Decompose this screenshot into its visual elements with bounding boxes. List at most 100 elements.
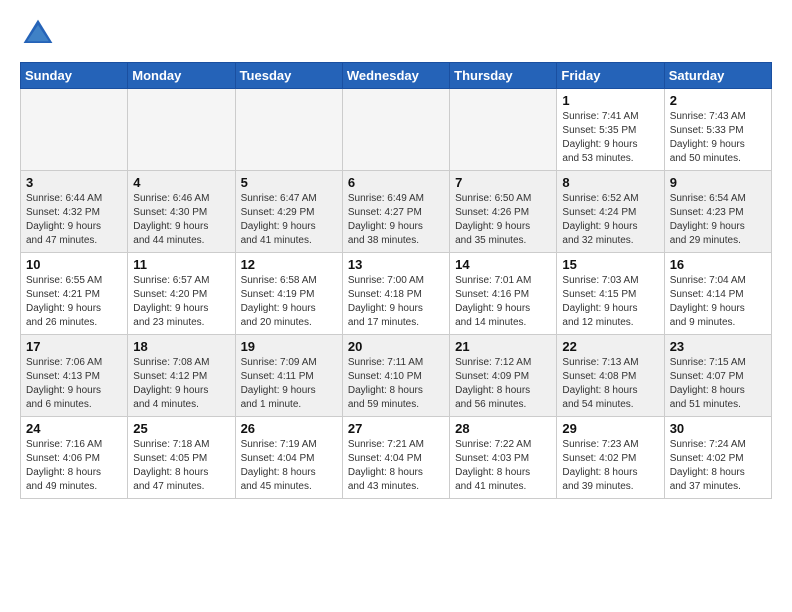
day-info: Sunrise: 6:49 AM Sunset: 4:27 PM Dayligh… (348, 192, 444, 248)
calendar-day-cell: 4Sunrise: 6:46 AM Sunset: 4:30 PM Daylig… (128, 171, 235, 253)
day-number: 18 (133, 339, 229, 354)
day-info: Sunrise: 6:55 AM Sunset: 4:21 PM Dayligh… (26, 274, 122, 330)
day-info: Sunrise: 7:11 AM Sunset: 4:10 PM Dayligh… (348, 356, 444, 412)
calendar-table: SundayMondayTuesdayWednesdayThursdayFrid… (20, 62, 772, 499)
calendar-day-cell: 12 Sunrise: 6:58 AM Sunset: 4:19 PM Dayli… (235, 253, 342, 335)
day-number: 30 (670, 421, 766, 436)
day-info: Sunrise: 7:13 AM Sunset: 4:08 PM Dayligh… (562, 356, 658, 412)
calendar-day-cell: 8 Sunrise: 6:52 AM Sunset: 4:24 PM Daylig… (557, 171, 664, 253)
day-info: Sunrise: 7:06 AM Sunset: 4:13 PM Dayligh… (26, 356, 122, 412)
calendar-day-cell: 26 Sunrise: 7:19 AM Sunset: 4:04 PM Dayli… (235, 417, 342, 499)
day-number: 20 (348, 339, 444, 354)
calendar-day-cell: 19 Sunrise: 7:09 AM Sunset: 4:11 PM Dayli… (235, 335, 342, 417)
day-info: Sunrise: 7:03 AM Sunset: 4:15 PM Dayligh… (562, 274, 658, 330)
day-number: 26 (241, 421, 337, 436)
calendar-day-cell: 21 Sunrise: 7:12 AM Sunset: 4:09 PM Dayli… (450, 335, 557, 417)
day-info: Sunrise: 7:09 AM Sunset: 4:11 PM Dayligh… (241, 356, 337, 412)
day-info: Sunrise: 7:08 AM Sunset: 4:12 PM Dayligh… (133, 356, 229, 412)
calendar-day-cell (235, 89, 342, 171)
day-info: Sunrise: 7:04 AM Sunset: 4:14 PM Dayligh… (670, 274, 766, 330)
calendar-day-cell: 13Sunrise: 7:00 AM Sunset: 4:18 PM Dayli… (342, 253, 449, 335)
day-info: Sunrise: 6:57 AM Sunset: 4:20 PM Dayligh… (133, 274, 229, 330)
calendar-day-cell (342, 89, 449, 171)
calendar-day-cell (128, 89, 235, 171)
calendar-day-cell: 25 Sunrise: 7:18 AM Sunset: 4:05 PM Dayli… (128, 417, 235, 499)
day-info: Sunrise: 7:12 AM Sunset: 4:09 PM Dayligh… (455, 356, 551, 412)
calendar-day-cell: 14Sunrise: 7:01 AM Sunset: 4:16 PM Dayli… (450, 253, 557, 335)
day-number: 19 (241, 339, 337, 354)
day-number: 15 (562, 257, 658, 272)
calendar-day-cell: 6 Sunrise: 6:49 AM Sunset: 4:27 PM Daylig… (342, 171, 449, 253)
page: SundayMondayTuesdayWednesdayThursdayFrid… (0, 0, 792, 509)
day-number: 1 (562, 93, 658, 108)
calendar-day-cell: 9 Sunrise: 6:54 AM Sunset: 4:23 PM Daylig… (664, 171, 771, 253)
day-info: Sunrise: 7:19 AM Sunset: 4:04 PM Dayligh… (241, 438, 337, 494)
day-info: Sunrise: 7:01 AM Sunset: 4:16 PM Dayligh… (455, 274, 551, 330)
calendar-week-row: 1 Sunrise: 7:41 AM Sunset: 5:35 PM Daylig… (21, 89, 772, 171)
day-info: Sunrise: 6:50 AM Sunset: 4:26 PM Dayligh… (455, 192, 551, 248)
calendar-day-cell: 27 Sunrise: 7:21 AM Sunset: 4:04 PM Dayli… (342, 417, 449, 499)
calendar-day-cell: 11 Sunrise: 6:57 AM Sunset: 4:20 PM Dayli… (128, 253, 235, 335)
calendar-day-cell: 17 Sunrise: 7:06 AM Sunset: 4:13 PM Dayli… (21, 335, 128, 417)
day-info: Sunrise: 6:58 AM Sunset: 4:19 PM Dayligh… (241, 274, 337, 330)
day-number: 7 (455, 175, 551, 190)
day-number: 24 (26, 421, 122, 436)
calendar-week-row: 3Sunrise: 6:44 AM Sunset: 4:32 PM Daylig… (21, 171, 772, 253)
calendar-day-cell: 28 Sunrise: 7:22 AM Sunset: 4:03 PM Dayli… (450, 417, 557, 499)
day-number: 11 (133, 257, 229, 272)
calendar-header-row: SundayMondayTuesdayWednesdayThursdayFrid… (21, 63, 772, 89)
day-number: 23 (670, 339, 766, 354)
calendar-day-cell: 2 Sunrise: 7:43 AM Sunset: 5:33 PM Daylig… (664, 89, 771, 171)
calendar-week-row: 17 Sunrise: 7:06 AM Sunset: 4:13 PM Dayli… (21, 335, 772, 417)
calendar-week-row: 10Sunrise: 6:55 AM Sunset: 4:21 PM Dayli… (21, 253, 772, 335)
day-info: Sunrise: 7:15 AM Sunset: 4:07 PM Dayligh… (670, 356, 766, 412)
day-info: Sunrise: 7:16 AM Sunset: 4:06 PM Dayligh… (26, 438, 122, 494)
header (20, 16, 772, 52)
calendar-day-cell: 1 Sunrise: 7:41 AM Sunset: 5:35 PM Daylig… (557, 89, 664, 171)
calendar-day-cell: 3Sunrise: 6:44 AM Sunset: 4:32 PM Daylig… (21, 171, 128, 253)
day-info: Sunrise: 6:54 AM Sunset: 4:23 PM Dayligh… (670, 192, 766, 248)
calendar-header-tuesday: Tuesday (235, 63, 342, 89)
calendar-header-thursday: Thursday (450, 63, 557, 89)
calendar-day-cell: 22 Sunrise: 7:13 AM Sunset: 4:08 PM Dayli… (557, 335, 664, 417)
calendar-header-friday: Friday (557, 63, 664, 89)
calendar-day-cell: 30 Sunrise: 7:24 AM Sunset: 4:02 PM Dayli… (664, 417, 771, 499)
calendar-day-cell: 18 Sunrise: 7:08 AM Sunset: 4:12 PM Dayli… (128, 335, 235, 417)
calendar-day-cell (21, 89, 128, 171)
calendar-header-sunday: Sunday (21, 63, 128, 89)
day-number: 29 (562, 421, 658, 436)
day-info: Sunrise: 6:52 AM Sunset: 4:24 PM Dayligh… (562, 192, 658, 248)
day-number: 6 (348, 175, 444, 190)
day-info: Sunrise: 7:18 AM Sunset: 4:05 PM Dayligh… (133, 438, 229, 494)
day-number: 27 (348, 421, 444, 436)
day-info: Sunrise: 7:22 AM Sunset: 4:03 PM Dayligh… (455, 438, 551, 494)
calendar-day-cell: 5Sunrise: 6:47 AM Sunset: 4:29 PM Daylig… (235, 171, 342, 253)
day-number: 22 (562, 339, 658, 354)
logo (20, 16, 60, 52)
day-info: Sunrise: 6:44 AM Sunset: 4:32 PM Dayligh… (26, 192, 122, 248)
day-info: Sunrise: 6:47 AM Sunset: 4:29 PM Dayligh… (241, 192, 337, 248)
day-number: 4 (133, 175, 229, 190)
day-number: 12 (241, 257, 337, 272)
day-number: 17 (26, 339, 122, 354)
calendar-header-saturday: Saturday (664, 63, 771, 89)
day-number: 28 (455, 421, 551, 436)
calendar-day-cell: 24 Sunrise: 7:16 AM Sunset: 4:06 PM Dayli… (21, 417, 128, 499)
day-info: Sunrise: 7:41 AM Sunset: 5:35 PM Dayligh… (562, 110, 658, 166)
day-number: 25 (133, 421, 229, 436)
day-info: Sunrise: 7:24 AM Sunset: 4:02 PM Dayligh… (670, 438, 766, 494)
calendar-day-cell: 10Sunrise: 6:55 AM Sunset: 4:21 PM Dayli… (21, 253, 128, 335)
day-info: Sunrise: 7:23 AM Sunset: 4:02 PM Dayligh… (562, 438, 658, 494)
day-number: 8 (562, 175, 658, 190)
calendar-header-wednesday: Wednesday (342, 63, 449, 89)
calendar-day-cell: 15 Sunrise: 7:03 AM Sunset: 4:15 PM Dayli… (557, 253, 664, 335)
day-number: 16 (670, 257, 766, 272)
day-number: 21 (455, 339, 551, 354)
day-info: Sunrise: 7:43 AM Sunset: 5:33 PM Dayligh… (670, 110, 766, 166)
day-number: 9 (670, 175, 766, 190)
calendar-week-row: 24 Sunrise: 7:16 AM Sunset: 4:06 PM Dayli… (21, 417, 772, 499)
day-number: 2 (670, 93, 766, 108)
day-info: Sunrise: 7:21 AM Sunset: 4:04 PM Dayligh… (348, 438, 444, 494)
day-info: Sunrise: 7:00 AM Sunset: 4:18 PM Dayligh… (348, 274, 444, 330)
calendar-day-cell (450, 89, 557, 171)
